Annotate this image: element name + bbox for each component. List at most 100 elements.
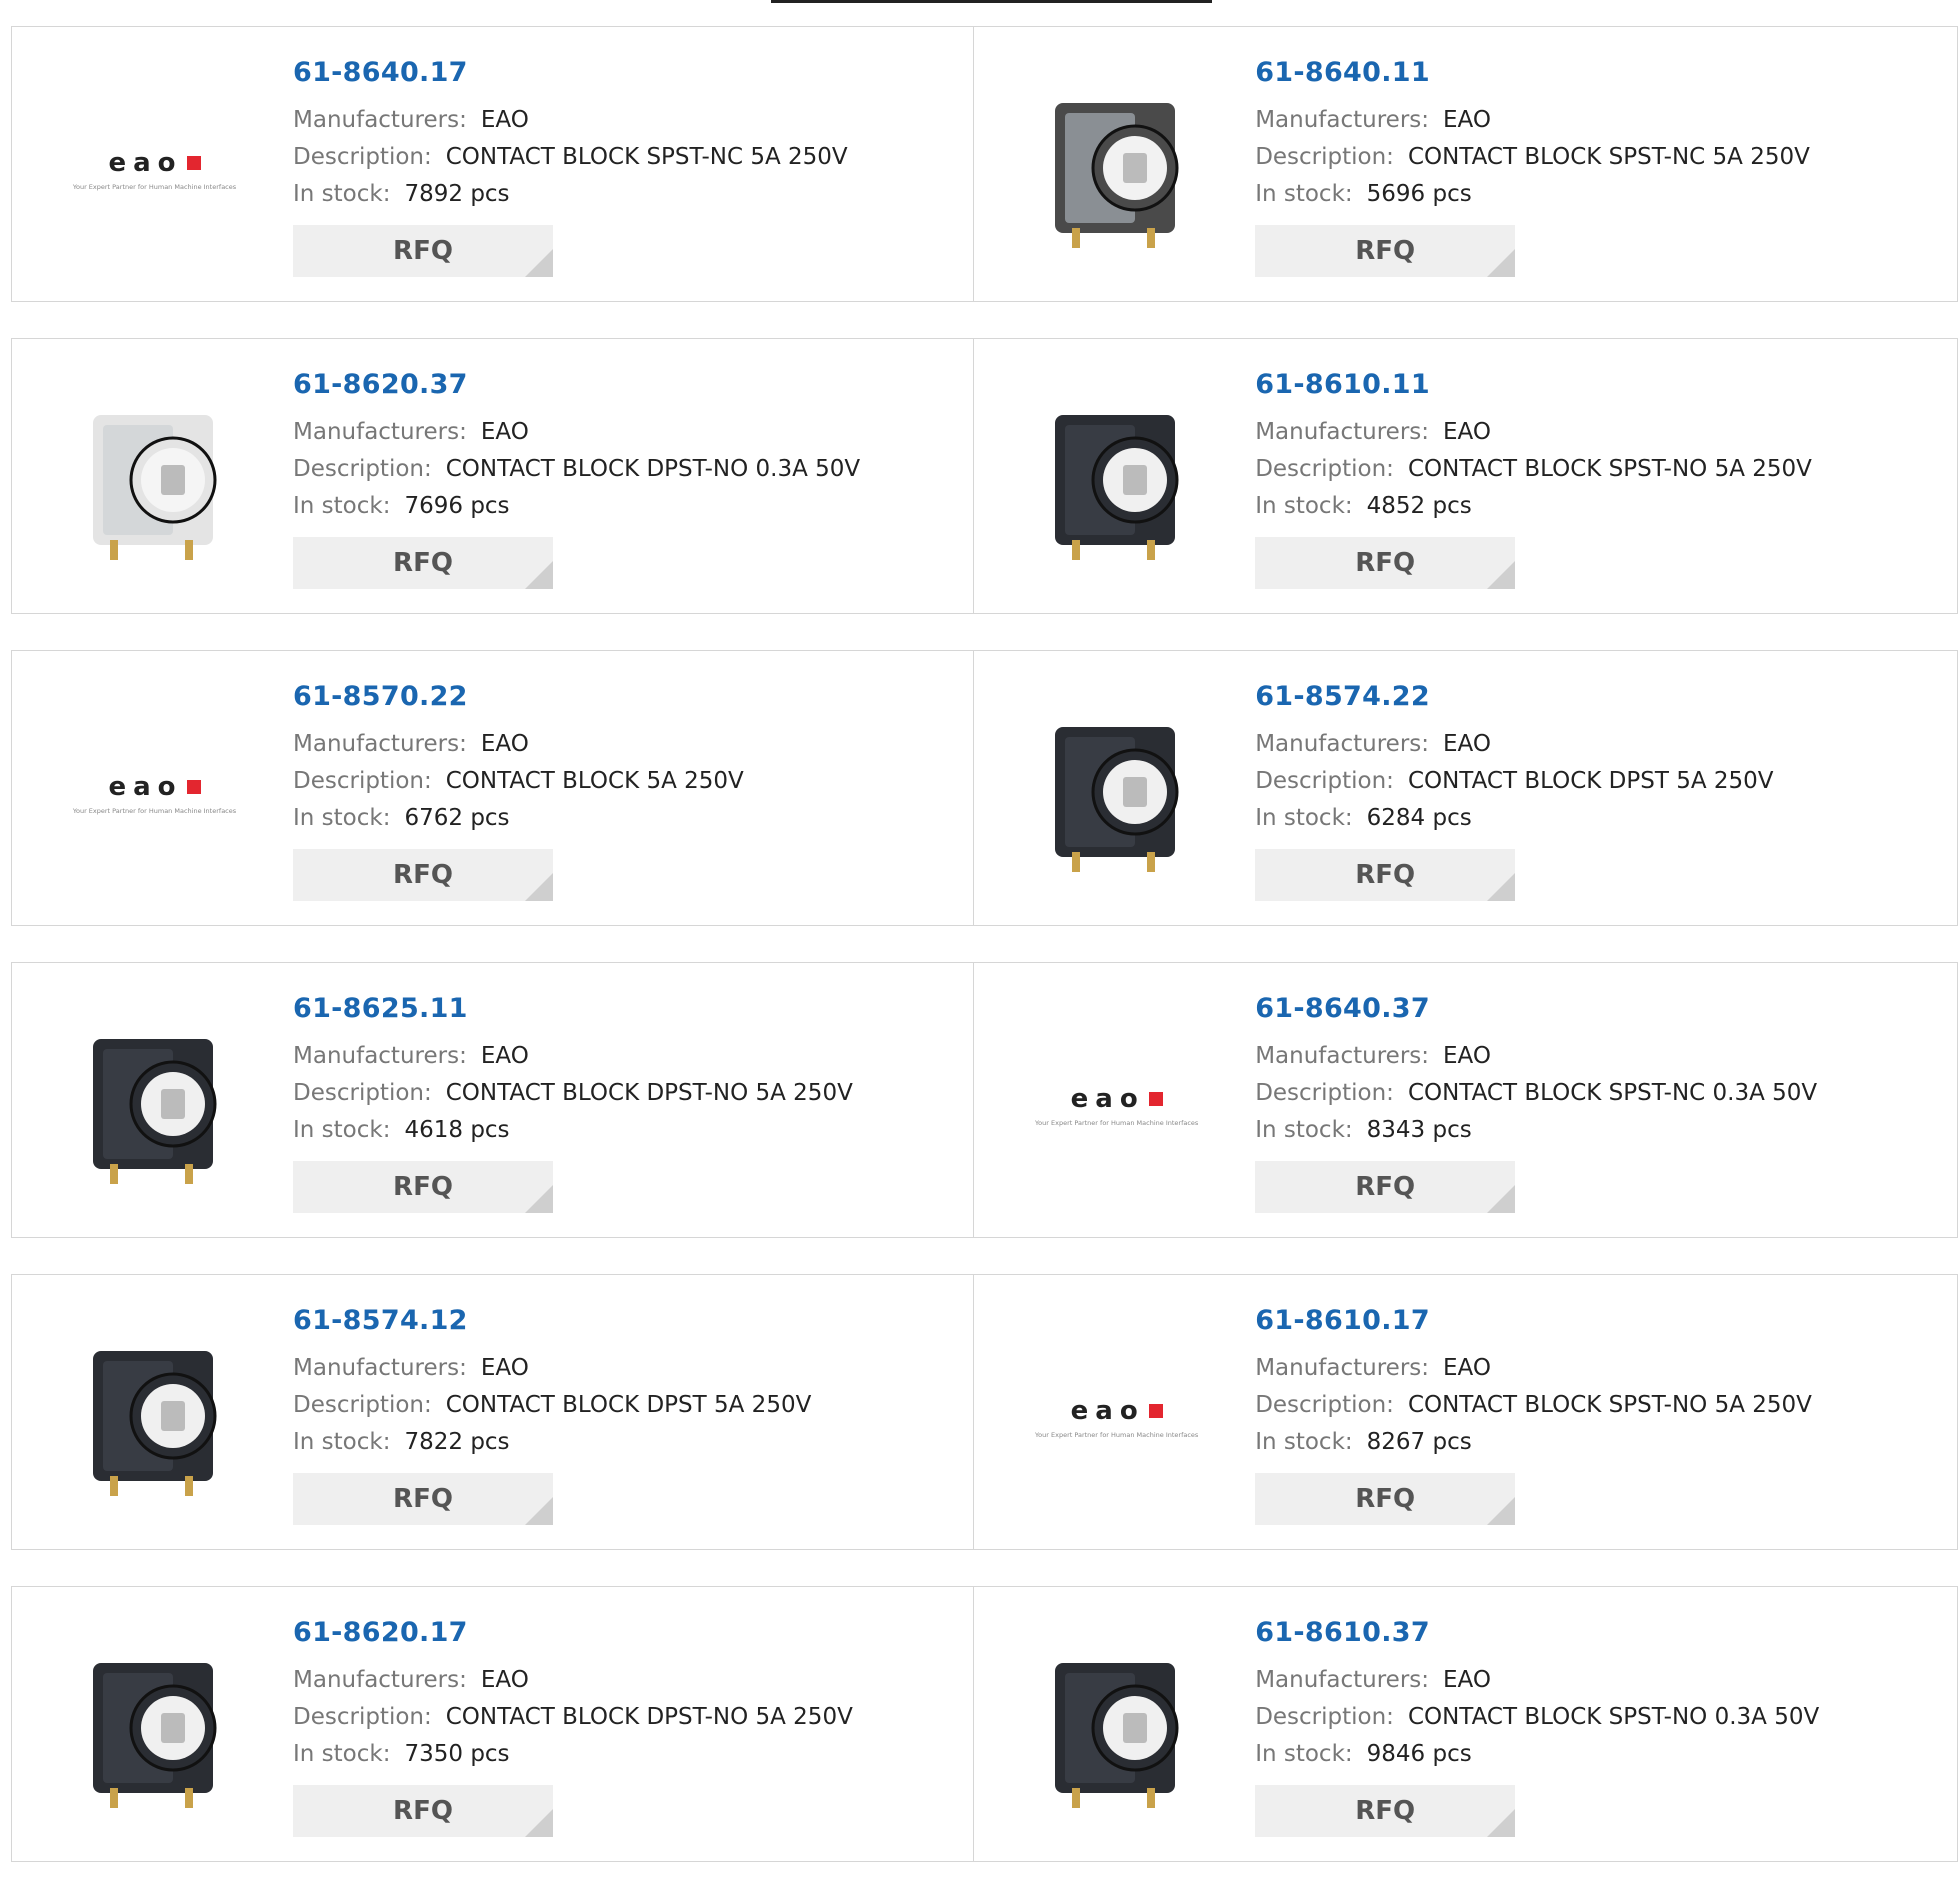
product-thumbnail[interactable]: eao Your Expert Partner for Human Machine… — [52, 691, 257, 896]
rfq-button[interactable]: RFQ — [293, 1473, 553, 1525]
rfq-button[interactable]: RFQ — [293, 1161, 553, 1213]
stock-row: In stock: 9846 pcs — [1255, 1736, 1819, 1773]
corner-triangle-icon — [525, 1185, 553, 1213]
stock-label: In stock: — [293, 1741, 391, 1767]
manufacturer-value: EAO — [1443, 419, 1491, 445]
rfq-label: RFQ — [393, 236, 453, 266]
product-thumbnail[interactable] — [52, 379, 257, 584]
part-number-link[interactable]: 61-8610.17 — [1255, 1305, 1812, 1336]
manufacturer-row: Manufacturers: EAO — [1255, 726, 1773, 763]
description-label: Description: — [1255, 768, 1394, 794]
description-value: CONTACT BLOCK SPST-NO 5A 250V — [1407, 456, 1812, 482]
product-row: 61-8574.12 Manufacturers: EAO Description: C… — [11, 1274, 1958, 1550]
product-info: 61-8640.11 Manufacturers: EAO Description: C… — [1255, 57, 1810, 277]
product-thumbnail[interactable]: eao Your Expert Partner for Human Machine… — [1014, 1003, 1219, 1208]
description-label: Description: — [293, 1704, 432, 1730]
rfq-button[interactable]: RFQ — [293, 225, 553, 277]
part-number-link[interactable]: 61-8574.12 — [293, 1305, 811, 1336]
product-thumbnail[interactable] — [52, 1003, 257, 1208]
product-card: eao Your Expert Partner for Human Machine… — [11, 650, 975, 926]
manufacturer-row: Manufacturers: EAO — [1255, 414, 1812, 451]
rfq-button[interactable]: RFQ — [1255, 1161, 1516, 1213]
rfq-label: RFQ — [1355, 1172, 1416, 1202]
part-number-link[interactable]: 61-8640.11 — [1255, 57, 1810, 88]
part-number-link[interactable]: 61-8620.17 — [293, 1617, 853, 1648]
product-card: 61-8610.11 Manufacturers: EAO Description: C… — [973, 338, 1958, 614]
product-thumbnail[interactable] — [1014, 379, 1219, 584]
rfq-button[interactable]: RFQ — [293, 849, 553, 901]
corner-triangle-icon — [525, 249, 553, 277]
part-number-link[interactable]: 61-8640.17 — [293, 57, 848, 88]
stock-label: In stock: — [1255, 181, 1353, 207]
manufacturer-row: Manufacturers: EAO — [293, 726, 744, 763]
manufacturer-value: EAO — [480, 1355, 529, 1381]
product-thumbnail[interactable]: eao Your Expert Partner for Human Machine… — [1014, 1315, 1219, 1520]
manufacturer-label: Manufacturers: — [293, 1043, 467, 1069]
manufacturer-row: Manufacturers: EAO — [1255, 102, 1810, 139]
product-photo — [65, 1633, 245, 1827]
stock-row: In stock: 8343 pcs — [1255, 1112, 1817, 1149]
manufacturer-row: Manufacturers: EAO — [293, 102, 848, 139]
product-card: 61-8625.11 Manufacturers: EAO Description: C… — [11, 962, 975, 1238]
product-thumbnail[interactable] — [1014, 1627, 1219, 1832]
description-label: Description: — [1255, 144, 1394, 170]
corner-triangle-icon — [1487, 1185, 1516, 1213]
rfq-label: RFQ — [393, 1796, 453, 1826]
product-card: eao Your Expert Partner for Human Machine… — [973, 962, 1958, 1238]
product-thumbnail[interactable]: eao Your Expert Partner for Human Machine… — [52, 67, 257, 272]
manufacturer-label: Manufacturers: — [1255, 731, 1430, 757]
rfq-button[interactable]: RFQ — [1255, 1473, 1516, 1525]
stock-row: In stock: 6284 pcs — [1255, 800, 1773, 837]
part-number-link[interactable]: 61-8640.37 — [1255, 993, 1817, 1024]
product-info: 61-8620.37 Manufacturers: EAO Description: C… — [293, 369, 860, 589]
rfq-button[interactable]: RFQ — [1255, 225, 1516, 277]
product-info: 61-8640.17 Manufacturers: EAO Description: C… — [293, 57, 848, 277]
description-label: Description: — [1255, 1080, 1394, 1106]
corner-triangle-icon — [1487, 561, 1516, 589]
corner-triangle-icon — [1487, 1809, 1516, 1837]
manufacturer-label: Manufacturers: — [1255, 1355, 1430, 1381]
rfq-label: RFQ — [393, 860, 453, 890]
stock-label: In stock: — [293, 1117, 391, 1143]
product-card: 61-8574.12 Manufacturers: EAO Description: C… — [11, 1274, 975, 1550]
part-number-link[interactable]: 61-8610.11 — [1255, 369, 1812, 400]
stock-label: In stock: — [1255, 1117, 1353, 1143]
stock-row: In stock: 4852 pcs — [1255, 488, 1812, 525]
stock-label: In stock: — [293, 1429, 391, 1455]
rfq-button[interactable]: RFQ — [1255, 1785, 1516, 1837]
manufacturer-label: Manufacturers: — [293, 419, 467, 445]
product-thumbnail[interactable] — [52, 1315, 257, 1520]
manufacturer-value: EAO — [480, 419, 529, 445]
product-thumbnail[interactable] — [52, 1627, 257, 1832]
logo-square-icon — [186, 156, 201, 170]
stock-label: In stock: — [293, 805, 391, 831]
manufacturer-row: Manufacturers: EAO — [293, 1038, 853, 1075]
rfq-button[interactable]: RFQ — [1255, 849, 1516, 901]
rfq-button[interactable]: RFQ — [293, 1785, 553, 1837]
part-number-link[interactable]: 61-8570.22 — [293, 681, 744, 712]
rfq-label: RFQ — [1355, 860, 1416, 890]
product-thumbnail[interactable] — [1014, 67, 1219, 272]
description-value: CONTACT BLOCK SPST-NC 0.3A 50V — [1407, 1080, 1818, 1106]
description-label: Description: — [1255, 456, 1394, 482]
manufacturer-label: Manufacturers: — [293, 107, 467, 133]
part-number-link[interactable]: 61-8620.37 — [293, 369, 860, 400]
rfq-button[interactable]: RFQ — [1255, 537, 1516, 589]
part-number-link[interactable]: 61-8625.11 — [293, 993, 853, 1024]
description-row: Description: CONTACT BLOCK 5A 250V — [293, 763, 744, 800]
stock-value: 4618 pcs — [404, 1117, 510, 1143]
part-number-link[interactable]: 61-8574.22 — [1255, 681, 1773, 712]
rfq-button[interactable]: RFQ — [293, 537, 553, 589]
product-thumbnail[interactable] — [1014, 691, 1219, 896]
rfq-label: RFQ — [1355, 1796, 1416, 1826]
manufacturer-value: EAO — [480, 1667, 529, 1693]
description-row: Description: CONTACT BLOCK SPST-NC 0.3A 5… — [1255, 1075, 1817, 1112]
description-value: CONTACT BLOCK SPST-NO 5A 250V — [1407, 1392, 1812, 1418]
corner-triangle-icon — [525, 1809, 553, 1837]
part-number-link[interactable]: 61-8610.37 — [1255, 1617, 1819, 1648]
manufacturer-value: EAO — [480, 731, 529, 757]
manufacturer-value: EAO — [1443, 1043, 1491, 1069]
rfq-label: RFQ — [393, 1484, 453, 1514]
product-info: 61-8574.12 Manufacturers: EAO Description: C… — [293, 1305, 811, 1525]
logo-tagline: Your Expert Partner for Human Machine In… — [72, 807, 237, 815]
